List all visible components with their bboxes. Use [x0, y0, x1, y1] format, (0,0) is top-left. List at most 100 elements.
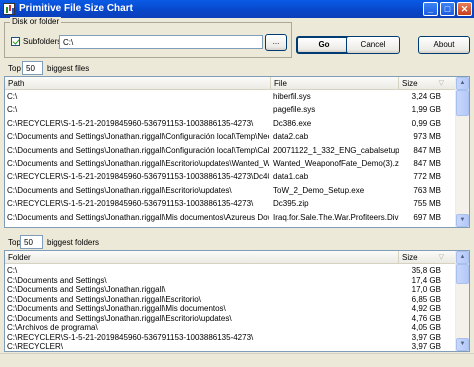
cancel-button[interactable]: Cancel	[346, 36, 400, 54]
size-cell: 0,99 GB	[411, 118, 441, 128]
top-files-count-input[interactable]: 50	[22, 61, 43, 75]
size-cell: 3,24 GB	[411, 92, 441, 101]
folder-column-header[interactable]: Folder	[5, 251, 399, 264]
path-input[interactable]: C:\	[59, 35, 263, 49]
table-row[interactable]: C:\Documents and Settings\ 17,4 GB	[5, 276, 457, 285]
disk-folder-group-label: Disk or folder	[10, 17, 62, 26]
top-files-prefix: Top	[8, 64, 21, 73]
files-list-header: Path File Size ▽	[5, 77, 457, 90]
minimize-button[interactable]: _	[423, 2, 438, 16]
table-row[interactable]: C:\RECYCLER\S-1-5-21-2019845960-53679115…	[5, 172, 457, 181]
scroll-down-arrow-icon[interactable]: ▼	[456, 214, 469, 227]
table-row[interactable]: C:\Documents and Settings\Jonathan.rigga…	[5, 304, 457, 313]
subfolders-label: Subfolders	[23, 37, 62, 46]
files-scrollbar[interactable]: ▲ ▼	[455, 77, 469, 227]
table-row[interactable]: C:\Documents and Settings\Jonathan.rigga…	[5, 186, 457, 195]
status-bar	[0, 353, 474, 367]
size-cell: 3,82 GB	[399, 352, 443, 353]
folders-scroll-thumb[interactable]	[456, 264, 469, 284]
maximize-button[interactable]: □	[440, 2, 455, 16]
size-cell: 1,99 GB	[411, 105, 441, 115]
files-list[interactable]: Path File Size ▽ C:\ hiberfil.sys 3,24 GB C…	[4, 76, 470, 228]
sort-triangle-icon: ▽	[438, 80, 444, 87]
table-row[interactable]: C:\ hiberfil.sys 3,24 GB	[5, 92, 457, 101]
about-button[interactable]: About	[418, 36, 470, 54]
table-row[interactable]: C:\ 35,8 GB	[5, 266, 457, 275]
size-column-label: Size	[402, 79, 418, 88]
table-row[interactable]: C:\Documents and Settings\Jonathan.rigga…	[5, 213, 457, 222]
folders-list-header: Folder Size ▽	[5, 251, 457, 264]
path-cell: C:\Documents and Settings\Jonathan.rigga…	[7, 132, 269, 142]
size-cell: 4,05 GB	[411, 323, 441, 332]
size-column-header[interactable]: Size ▽	[399, 77, 457, 90]
subfolders-checkbox[interactable]	[11, 37, 20, 46]
file-cell: Iraq.for.Sale.The.War.Profiteers.DivX.mk…	[273, 212, 399, 222]
size-cell: 847 MB	[413, 159, 441, 168]
path-cell: C:\	[7, 105, 18, 115]
file-cell: data2.cab	[273, 132, 309, 142]
top-folders-count-input[interactable]: 50	[20, 235, 43, 249]
table-row[interactable]: C:\Documents and Settings\Jonathan.rigga…	[5, 314, 457, 323]
folder-cell: C:\Archivos de programa\	[7, 323, 98, 332]
close-button[interactable]: ✕	[457, 2, 472, 16]
folder-cell: C:\Documents and Settings\	[7, 275, 107, 285]
folder-size-column-header[interactable]: Size ▽	[399, 251, 457, 264]
path-cell: C:\Documents and Settings\Jonathan.rigga…	[7, 145, 269, 155]
file-column-header[interactable]: File	[271, 77, 399, 90]
path-cell: C:\Documents and Settings\Jonathan.rigga…	[7, 159, 269, 168]
table-row[interactable]: C:\Documents and Settings\Jonathan.rigga…	[5, 146, 457, 155]
folder-cell: C:\Documents and Settings\Jonathan.rigga…	[7, 313, 232, 323]
folder-size-column-label: Size	[402, 253, 418, 262]
file-cell: Dc395.zip	[273, 199, 309, 209]
title-bar[interactable]: Primitive File Size Chart _ □ ✕	[0, 0, 474, 18]
file-cell: pagefile.sys	[273, 105, 316, 115]
table-row[interactable]: C:\RECYCLER\S-1-5-21-2019845960-53679115…	[5, 119, 457, 128]
file-cell: hiberfil.sys	[273, 92, 311, 101]
sort-triangle-icon: ▽	[438, 254, 444, 261]
scroll-down-arrow-icon[interactable]: ▼	[456, 338, 469, 351]
size-cell: 3,97 GB	[411, 342, 441, 351]
go-button[interactable]: Go	[296, 36, 352, 54]
size-cell: 17,0 GB	[411, 285, 441, 294]
table-row[interactable]: C:\Documents and Settings\Jonathan.rigga…	[5, 295, 457, 304]
table-row[interactable]: C:\RECYCLER\ 3,97 GB	[5, 342, 457, 351]
size-cell: 763 MB	[413, 185, 441, 195]
path-column-header[interactable]: Path	[5, 77, 271, 90]
folder-cell: C:\Documents and Settings\Jonathan.rigga…	[7, 285, 166, 294]
scroll-up-arrow-icon[interactable]: ▲	[456, 77, 469, 90]
size-cell: 973 MB	[413, 132, 441, 142]
path-cell: C:\Documents and Settings\Jonathan.rigga…	[7, 212, 269, 222]
folder-cell: C:\Documents and Settings\Jonathan.rigga…	[7, 304, 226, 313]
files-scroll-thumb[interactable]	[456, 90, 469, 116]
top-folders-prefix: Top	[8, 238, 21, 247]
table-row[interactable]: C:\ pagefile.sys 1,99 GB	[5, 105, 457, 114]
table-row[interactable]: C:\Archivos de programa\ 4,05 GB	[5, 323, 457, 332]
table-row[interactable]: C:\Documents and Settings\Jonathan.rigga…	[5, 159, 457, 168]
table-row[interactable]: C:\Documents and Settings\Jonathan.rigga…	[5, 285, 457, 294]
size-cell: 697 MB	[413, 212, 441, 222]
size-cell: 847 MB	[413, 145, 441, 155]
path-cell: C:\RECYCLER\S-1-5-21-2019845960-53679115…	[7, 118, 254, 128]
browse-button[interactable]: ...	[265, 34, 287, 51]
table-row[interactable]: C:\RECYCLER\S-1-5-21-2019845960-53679115…	[5, 333, 457, 342]
scroll-up-arrow-icon[interactable]: ▲	[456, 251, 469, 264]
size-cell: 755 MB	[413, 199, 441, 209]
window-title: Primitive File Size Chart	[19, 3, 133, 14]
folder-cell: C:\Documents and Settings\Jonathan.rigga…	[7, 294, 201, 304]
folders-list[interactable]: Folder Size ▽ C:\ 35,8 GB C:\Documents and…	[4, 250, 470, 352]
table-row[interactable]: C:\RECYCLER\S-1-5-21-2019845960-53679115…	[5, 199, 457, 208]
folder-cell: C:\RECYCLER\S-1-5-21-2019845960-53679115…	[7, 332, 254, 342]
path-cell: C:\RECYCLER\S-1-5-21-2019845960-53679115…	[7, 172, 269, 182]
path-cell: C:\Documents and Settings\Jonathan.rigga…	[7, 185, 232, 195]
disk-folder-group: Disk or folder Subfolders C:\ ...	[4, 17, 292, 58]
file-cell: ToW_2_Demo_Setup.exe	[273, 185, 365, 195]
path-cell: C:\	[7, 92, 18, 101]
folders-scrollbar[interactable]: ▲ ▼	[455, 251, 469, 351]
size-cell: 17,4 GB	[411, 275, 441, 285]
table-row[interactable]: C:\Documents and Settings\Jonathan.rigga…	[5, 132, 457, 141]
path-cell: C:\RECYCLER\S-1-5-21-2019845960-53679115…	[7, 199, 254, 209]
size-cell: 35,8 GB	[411, 266, 441, 275]
table-row[interactable]: C:\Documents and Settings\Jonathan.rigga…	[5, 352, 457, 353]
folder-cell: C:\Documents and Settings\Jonathan.rigga…	[5, 352, 397, 353]
size-cell: 4,92 GB	[411, 304, 441, 313]
